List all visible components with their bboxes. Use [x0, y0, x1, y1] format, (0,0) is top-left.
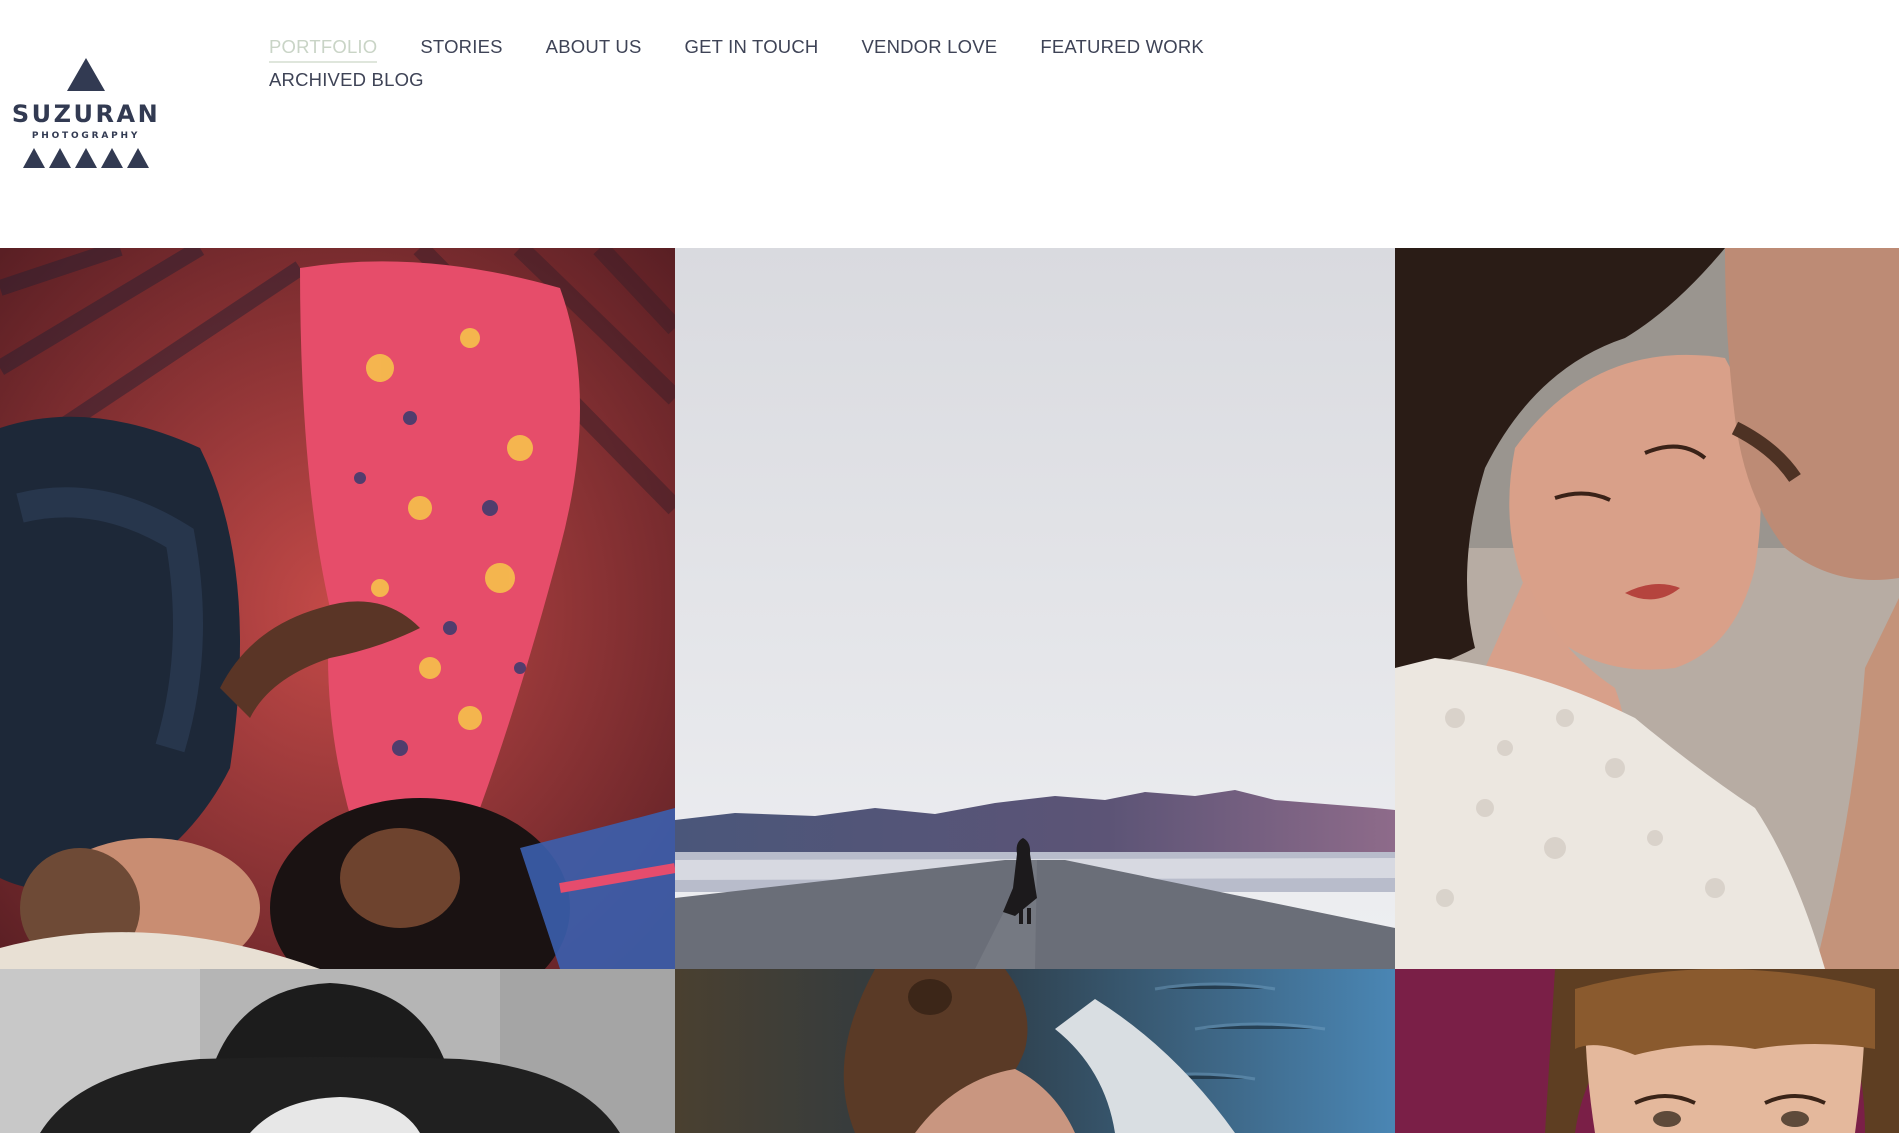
logo-tagline: PHOTOGRAPHY	[32, 131, 140, 141]
nav-row-2: ARCHIVED BLOG	[269, 69, 1229, 102]
portfolio-gallery	[0, 248, 1899, 1133]
logo-name: SUZURAN	[12, 100, 160, 128]
logo-mark-icon: SUZURAN PHOTOGRAPHY	[12, 58, 160, 168]
nav-item-portfolio[interactable]: PORTFOLIO	[269, 36, 378, 63]
photo-woman-in-boat[interactable]	[675, 969, 1395, 1133]
main-nav: PORTFOLIO STORIES ABOUT US GET IN TOUCH …	[269, 36, 1229, 102]
nav-item-featured-work[interactable]: FEATURED WORK	[1040, 36, 1204, 61]
nav-item-archived-blog[interactable]: ARCHIVED BLOG	[269, 69, 424, 94]
nav-item-about-us[interactable]: ABOUT US	[546, 36, 642, 61]
nav-item-vendor-love[interactable]: VENDOR LOVE	[861, 36, 997, 61]
photo-couple-embrace-on-rug[interactable]	[0, 248, 675, 969]
nav-item-stories[interactable]: STORIES	[420, 36, 502, 61]
site-header: SUZURAN PHOTOGRAPHY PORTFOLIO STORIES AB…	[0, 0, 1899, 248]
photo-woman-in-black-hat[interactable]	[0, 969, 675, 1133]
nav-item-get-in-touch[interactable]: GET IN TOUCH	[685, 36, 819, 61]
photo-bride-kissed-on-cheek[interactable]	[1395, 248, 1899, 969]
nav-row-1: PORTFOLIO STORIES ABOUT US GET IN TOUCH …	[269, 36, 1229, 69]
photo-figure-on-desert-road[interactable]	[675, 248, 1395, 969]
photo-woman-with-bangs[interactable]	[1395, 969, 1899, 1133]
suzuran-logo[interactable]: SUZURAN PHOTOGRAPHY	[10, 56, 165, 172]
